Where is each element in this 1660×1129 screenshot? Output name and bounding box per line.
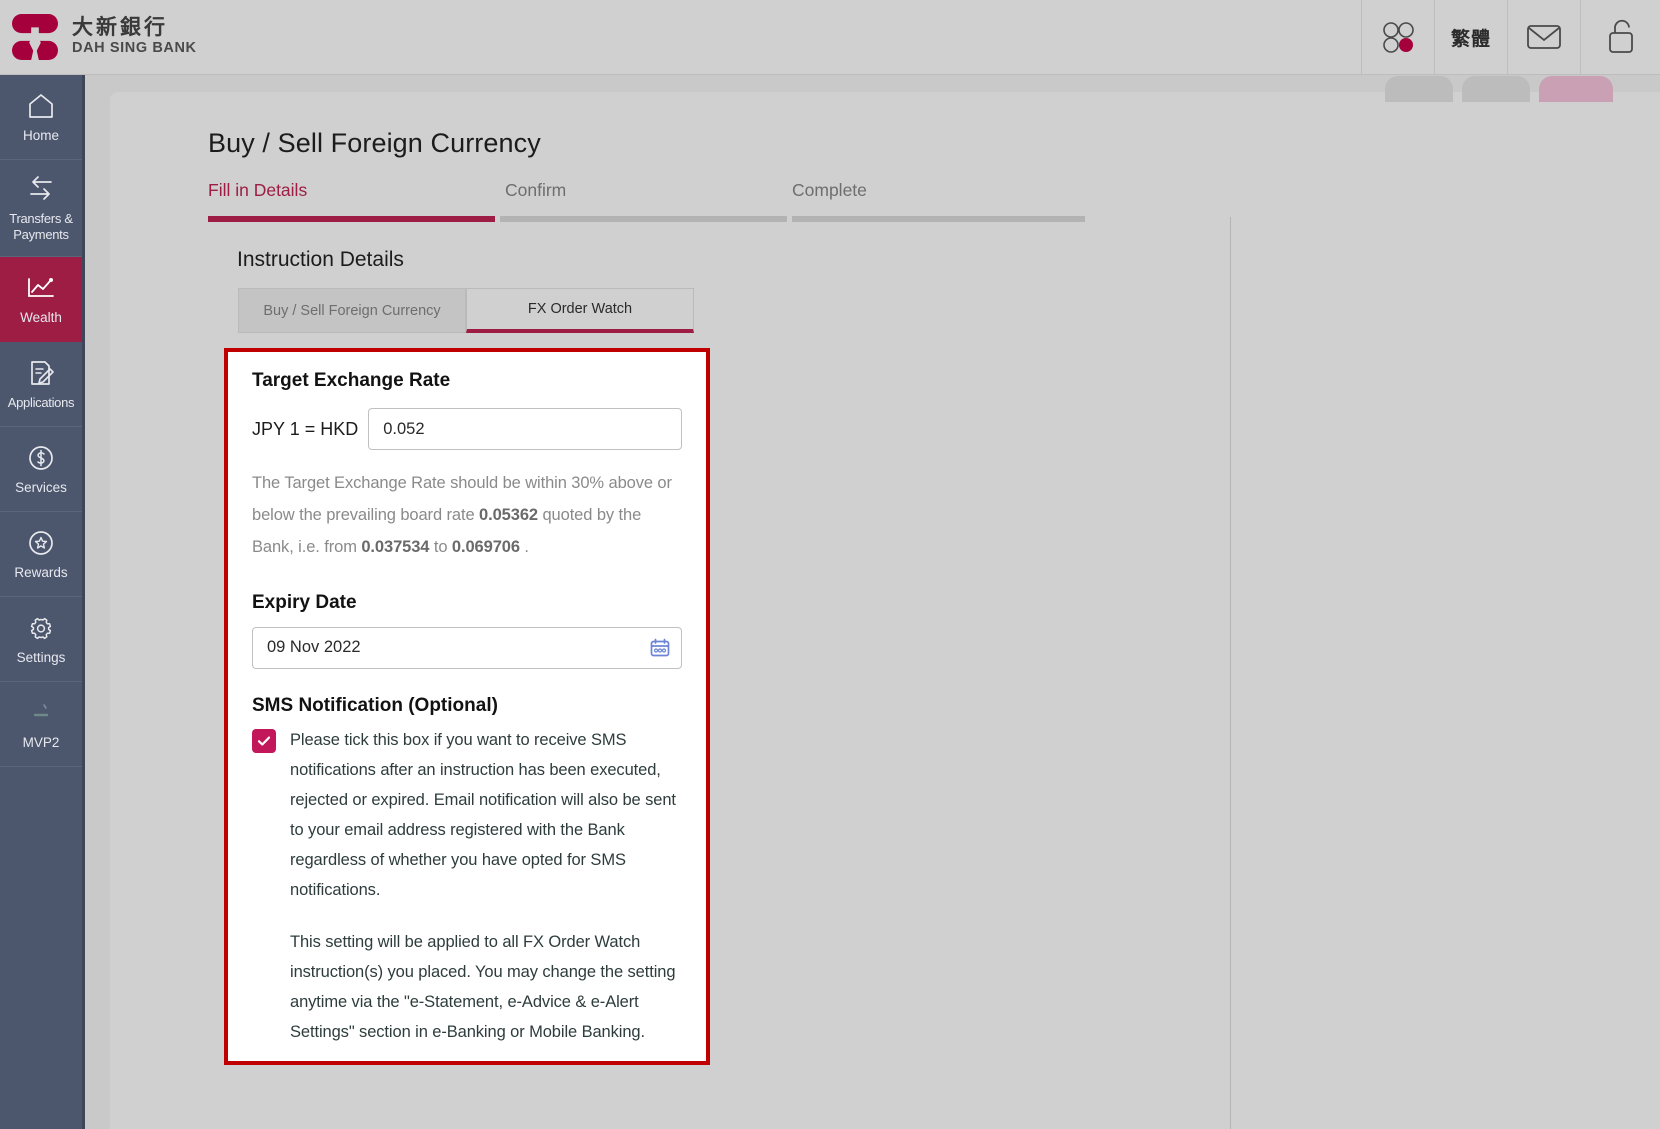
- target-rate-helper-text: The Target Exchange Rate should be withi…: [252, 467, 682, 564]
- pill-tab-3[interactable]: [1539, 76, 1613, 102]
- pill-tab-1[interactable]: [1385, 76, 1453, 102]
- messages-button[interactable]: [1507, 0, 1580, 75]
- sidebar-item-applications[interactable]: Applications: [0, 342, 82, 427]
- sms-paragraph-2: This setting will be applied to all FX O…: [290, 932, 676, 1041]
- step-bar: [208, 216, 495, 222]
- sidebar-item-settings[interactable]: Settings: [0, 597, 82, 682]
- target-rate-input[interactable]: [368, 408, 682, 450]
- instruction-tabs: Buy / Sell Foreign Currency FX Order Wat…: [238, 288, 694, 333]
- home-icon: [27, 91, 55, 121]
- step-complete[interactable]: Complete: [792, 180, 1085, 222]
- pill-tab-2[interactable]: [1462, 76, 1530, 102]
- currency-pair-label: JPY 1 = HKD: [252, 418, 359, 439]
- helper-board-rate: 0.05362: [479, 506, 538, 525]
- expiry-date-field: [252, 626, 682, 669]
- sms-notification-checkbox[interactable]: [252, 728, 276, 753]
- step-label: Confirm: [505, 180, 567, 200]
- apps-button[interactable]: [1361, 0, 1434, 75]
- sms-notification-text: Please tick this box if you want to rece…: [290, 725, 682, 1047]
- brand-name-chinese: 大新銀行: [72, 16, 168, 40]
- sidebar-item-label: Applications: [7, 394, 75, 410]
- form-pencil-icon: [27, 358, 55, 388]
- section-title-instruction-details: Instruction Details: [237, 248, 404, 271]
- brand-name-english: DAH SING BANK: [72, 40, 197, 57]
- envelope-icon: [1527, 25, 1561, 49]
- dollar-circle-icon: [27, 443, 55, 473]
- sidebar-item-label: Home: [22, 127, 59, 143]
- progress-stepper: Fill in Details Confirm Complete: [208, 180, 1085, 222]
- language-label: 繁體: [1450, 28, 1491, 50]
- content-vertical-divider: [1230, 217, 1231, 1129]
- fx-order-watch-form-panel: Target Exchange Rate JPY 1 = HKD The Tar…: [224, 348, 710, 1065]
- sidebar-item-label: MVP2: [22, 734, 60, 750]
- sidebar-item-services[interactable]: Services: [0, 427, 82, 512]
- helper-range-max: 0.069706: [451, 538, 520, 557]
- step-confirm[interactable]: Confirm: [500, 180, 787, 222]
- sidebar-item-rewards[interactable]: Rewards: [0, 512, 82, 597]
- calendar-icon: [650, 638, 670, 656]
- logout-button[interactable]: [1580, 0, 1660, 75]
- header-actions: 繁體: [1361, 0, 1660, 75]
- sidebar-item-label: Rewards: [14, 564, 68, 580]
- sidebar-item-wealth[interactable]: Wealth: [0, 257, 82, 342]
- expiry-date-heading: Expiry Date: [252, 591, 357, 613]
- sidebar-item-label: Transfers & Payments: [9, 211, 73, 242]
- step-fill-in-details[interactable]: Fill in Details: [208, 180, 495, 222]
- sidebar-nav: Home Transfers & Payments Wealth Applica…: [0, 75, 85, 1129]
- step-bar: [792, 216, 1085, 222]
- check-icon: [257, 736, 271, 746]
- helper-text-part3: to: [429, 538, 452, 557]
- star-circle-icon: [27, 528, 55, 558]
- sidebar-item-home[interactable]: Home: [0, 75, 82, 160]
- chart-line-icon: [26, 273, 56, 303]
- tab-fx-order-watch[interactable]: FX Order Watch: [466, 288, 694, 333]
- language-toggle-button[interactable]: 繁體: [1434, 0, 1507, 75]
- step-bar: [500, 216, 787, 222]
- sms-notification-heading: SMS Notification (Optional): [252, 694, 498, 716]
- calendar-picker-button[interactable]: [648, 636, 672, 660]
- tab-buy-sell-foreign-currency[interactable]: Buy / Sell Foreign Currency: [238, 288, 466, 333]
- sidebar-item-label: Wealth: [20, 309, 62, 325]
- app-header: 大新銀行 DAH SING BANK 繁體: [0, 0, 1660, 75]
- mvp2-icon: [27, 698, 55, 728]
- transfer-arrows-icon: [26, 174, 56, 204]
- sidebar-item-mvp2[interactable]: MVP2: [0, 682, 82, 767]
- four-dots-icon: [1383, 22, 1414, 53]
- target-rate-row: JPY 1 = HKD: [252, 408, 682, 450]
- sidebar-item-label: Settings: [16, 649, 66, 665]
- helper-range-min: 0.037534: [361, 538, 430, 557]
- gear-icon: [27, 613, 55, 643]
- target-exchange-rate-heading: Target Exchange Rate: [252, 370, 451, 391]
- brand-logo[interactable]: 大新銀行 DAH SING BANK: [0, 14, 197, 60]
- page-title: Buy / Sell Foreign Currency: [208, 128, 541, 158]
- padlock-icon: [1608, 19, 1633, 53]
- sms-notification-row: Please tick this box if you want to rece…: [252, 725, 682, 1047]
- helper-text-part4: .: [519, 538, 529, 557]
- expiry-date-input[interactable]: [252, 626, 682, 669]
- sms-paragraph-1: Please tick this box if you want to rece…: [290, 730, 676, 899]
- dah-sing-logo-icon: [12, 14, 58, 60]
- sidebar-item-label: Services: [15, 479, 67, 495]
- sidebar-item-transfers-payments[interactable]: Transfers & Payments: [0, 160, 82, 257]
- partial-pill-tabs: [1385, 76, 1613, 102]
- step-label: Complete: [792, 180, 867, 200]
- step-label: Fill in Details: [208, 180, 308, 200]
